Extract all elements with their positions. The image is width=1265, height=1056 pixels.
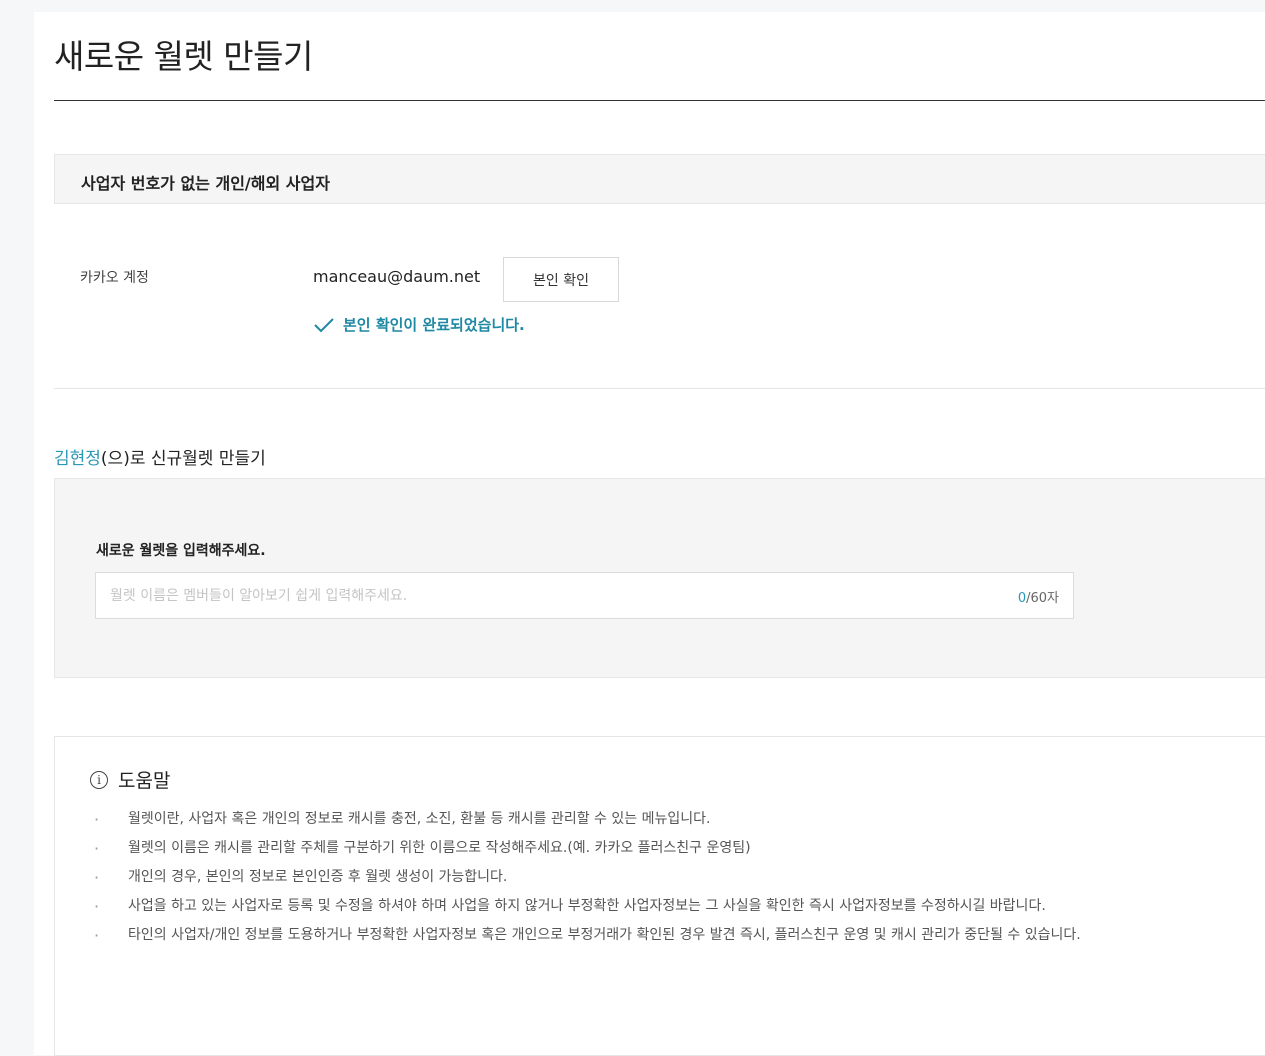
section-heading: 사업자 번호가 없는 개인/해외 사업자: [81, 174, 330, 193]
page-container: 새로운 월렛 만들기 사업자 번호가 없는 개인/해외 사업자 카카오 계정 m…: [34, 12, 1265, 1056]
section-header: 사업자 번호가 없는 개인/해외 사업자: [54, 154, 1265, 204]
wallet-name-input[interactable]: [96, 573, 976, 618]
help-item: 타인의 사업자/개인 정보를 도용하거나 부정확한 사업자정보 혹은 개인으로 …: [90, 923, 1240, 948]
page-title: 새로운 월렛 만들기: [54, 37, 313, 76]
char-counter: 0/60자: [1018, 587, 1059, 606]
help-item: 개인의 경우, 본인의 정보로 본인인증 후 월렛 생성이 가능합니다.: [90, 865, 1240, 890]
char-count-current: 0: [1017, 591, 1027, 606]
help-item: 월렛이란, 사업자 혹은 개인의 정보로 캐시를 충전, 소진, 환불 등 캐시…: [90, 807, 1240, 832]
title-divider: [54, 100, 1265, 101]
checkmark-icon: [314, 317, 334, 332]
wallet-name-field-wrapper: 0/60자: [95, 572, 1074, 619]
help-item: 월렛의 이름은 캐시를 관리할 주체를 구분하기 위한 이름으로 작성해주세요.…: [90, 836, 1240, 861]
new-wallet-heading-text: (으)로 신규월렛 만들기: [100, 449, 266, 469]
kakao-account-label: 카카오 계정: [80, 270, 149, 286]
owner-name: 김현정: [54, 449, 101, 469]
section-divider: [54, 388, 1265, 389]
info-icon: i: [90, 770, 108, 789]
char-count-limit: /60자: [1026, 591, 1059, 606]
verification-status: 본인 확인이 완료되었습니다.: [313, 314, 525, 335]
help-list: 월렛이란, 사업자 혹은 개인의 정보로 캐시를 충전, 소진, 환불 등 캐시…: [90, 807, 1240, 952]
help-heading: i 도움말: [90, 766, 170, 793]
help-item: 사업을 하고 있는 사업자로 등록 및 수정을 하셔야 하며 사업을 하지 않거…: [90, 894, 1240, 919]
help-panel: i 도움말 월렛이란, 사업자 혹은 개인의 정보로 캐시를 충전, 소진, 환…: [54, 736, 1265, 1056]
identity-verify-button[interactable]: 본인 확인: [503, 257, 619, 302]
verification-message: 본인 확인이 완료되었습니다.: [343, 316, 525, 334]
kakao-account-email: manceau@daum.net: [313, 267, 481, 286]
new-wallet-heading: 김현정(으)로 신규월렛 만들기: [54, 444, 266, 469]
wallet-name-label: 새로운 월렛을 입력해주세요.: [96, 543, 266, 559]
help-title-text: 도움말: [118, 770, 171, 792]
wallet-form-panel: 새로운 월렛을 입력해주세요. 0/60자: [54, 478, 1265, 678]
